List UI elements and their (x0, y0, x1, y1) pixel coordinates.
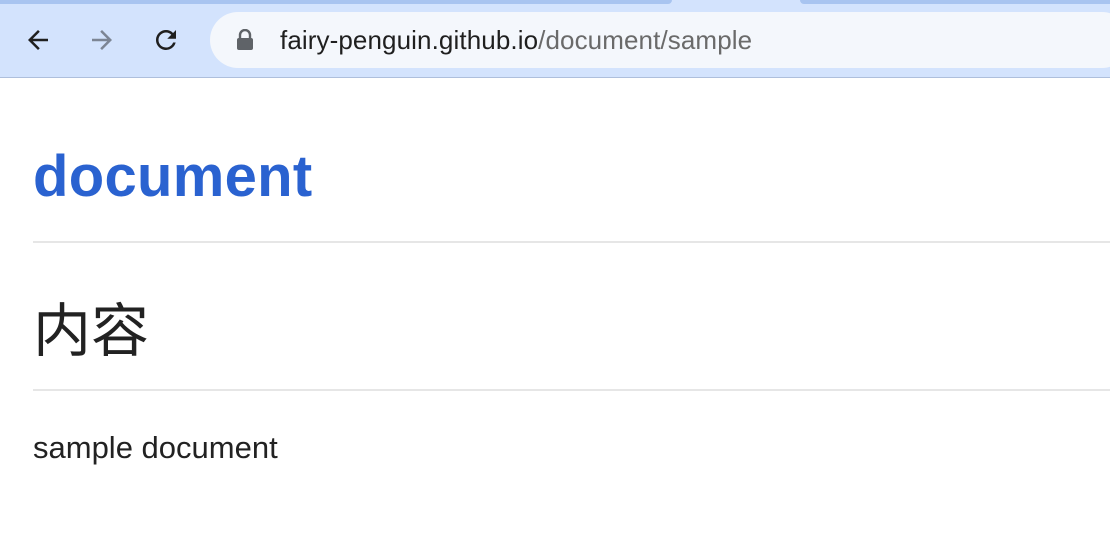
forward-button[interactable] (82, 20, 122, 60)
url-path: /document/sample (538, 24, 753, 55)
tab-strip (0, 0, 1110, 4)
lock-icon[interactable] (234, 27, 256, 53)
arrow-right-icon (92, 30, 112, 50)
url-host: fairy-penguin.github.io (280, 24, 539, 55)
address-bar[interactable]: fairy-penguin.github.io/document/sample (210, 12, 1110, 68)
url-text[interactable]: fairy-penguin.github.io/document/sample (280, 25, 752, 56)
back-button[interactable] (18, 20, 58, 60)
title-divider (33, 241, 1110, 243)
arrow-left-icon (28, 30, 48, 50)
browser-toolbar: fairy-penguin.github.io/document/sample (0, 0, 1110, 78)
tab-right[interactable] (800, 0, 1110, 4)
tab-left[interactable] (0, 0, 672, 4)
heading-divider (33, 389, 1110, 391)
body-text: sample document (33, 430, 278, 465)
reload-icon (155, 29, 176, 50)
section-heading: 内容 (33, 297, 150, 365)
reload-button[interactable] (146, 20, 186, 60)
site-title-link[interactable]: document (33, 148, 313, 206)
page-content: document 内容 sample document (0, 78, 1110, 542)
